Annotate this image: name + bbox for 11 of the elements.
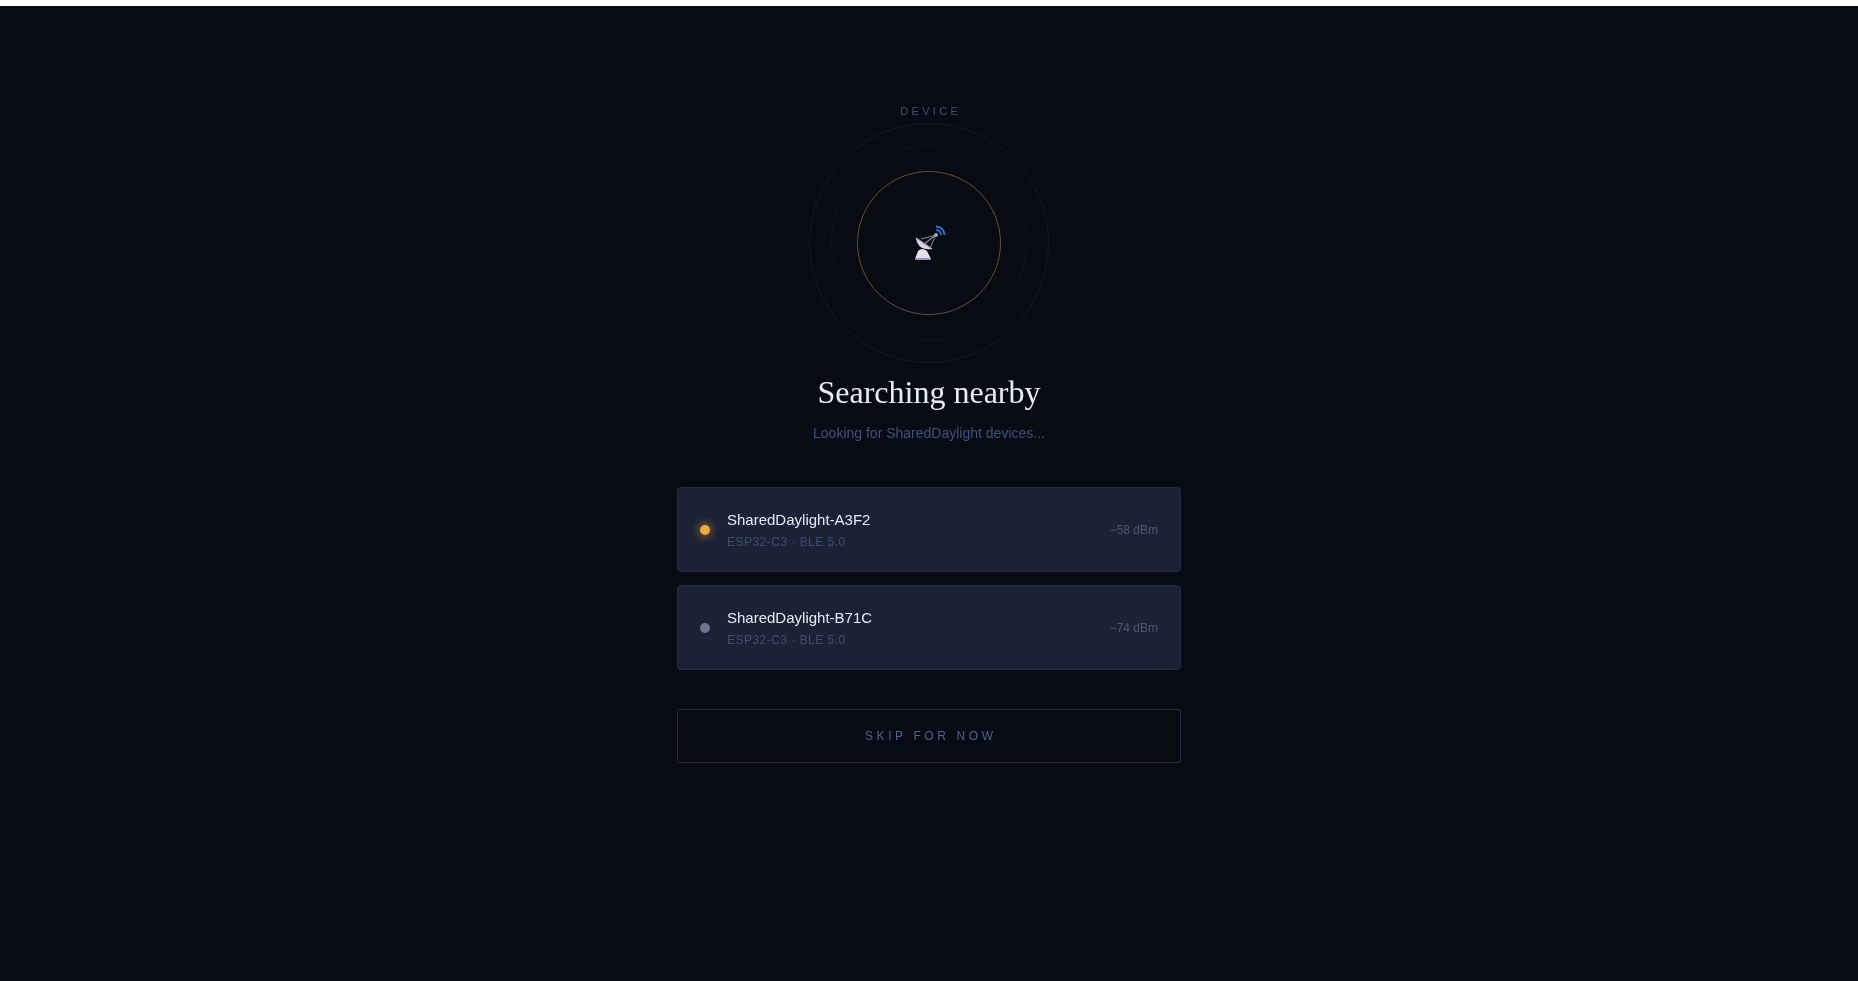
device-name: SharedDaylight-B71C — [727, 607, 873, 628]
signal-strength: −58 dBm — [1109, 521, 1158, 538]
page-title: Searching nearby — [817, 373, 1041, 412]
device-name: SharedDaylight-A3F2 — [727, 509, 871, 530]
page-subtitle: Looking for SharedDaylight devices... — [813, 424, 1045, 443]
device-details: ESP32-C3 · BLE 5.0 — [727, 631, 847, 648]
device-card[interactable]: SharedDaylight-A3F2 ESP32-C3 · BLE 5.0 −58 dBm — [677, 487, 1181, 572]
device-details: ESP32-C3 · BLE 5.0 — [727, 533, 847, 550]
signal-strength: −74 dBm — [1109, 619, 1158, 636]
section-label: DEVICE — [899, 104, 962, 119]
device-card[interactable]: SharedDaylight-B71C ESP32-C3 · BLE 5.0 −74 dBm — [677, 585, 1181, 670]
